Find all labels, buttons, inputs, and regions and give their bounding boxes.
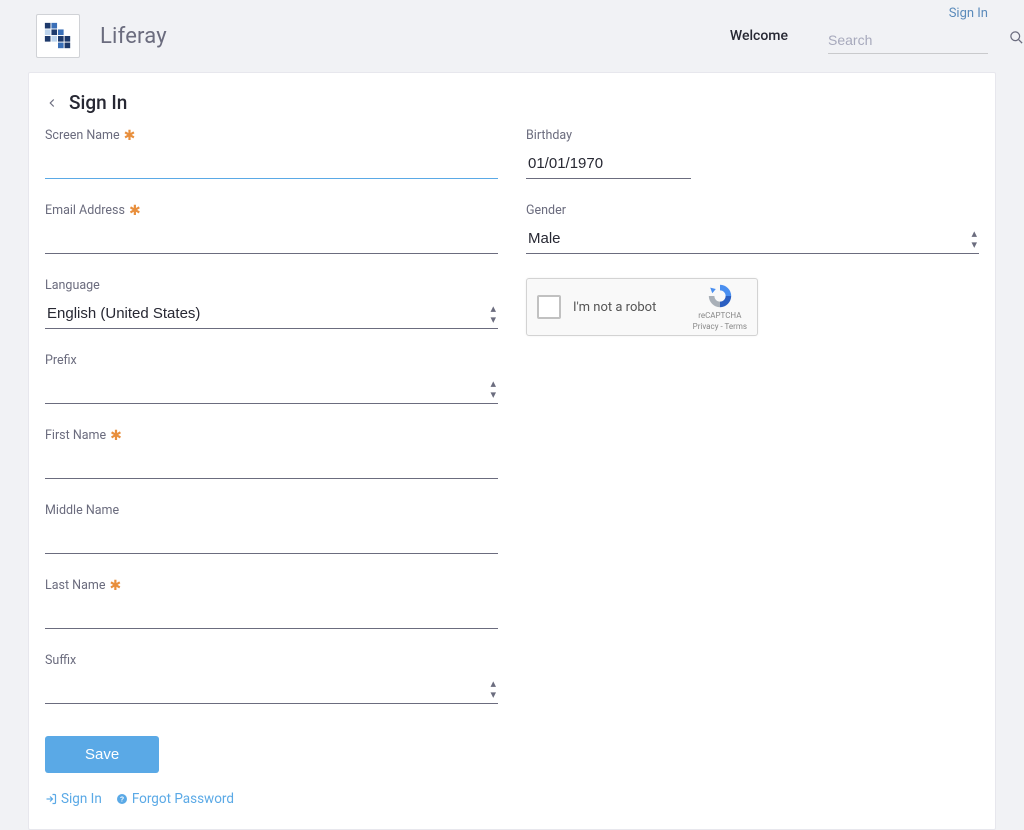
required-star-icon: ✱ [129,204,141,218]
last-name-label: Last Name ✱ [45,578,498,593]
recaptcha-box: I'm not a robot reCAPTCHA Privacy - Term… [526,278,758,336]
page-header: Sign In Liferay Welcome [0,0,1024,72]
label-text: Screen Name [45,128,120,143]
screen-name-input[interactable] [45,149,498,179]
gender-label: Gender [526,203,979,218]
required-star-icon: ✱ [124,129,136,143]
link-text: Sign In [61,791,102,807]
first-name-input[interactable] [45,449,498,479]
prefix-label: Prefix [45,353,498,368]
header-right: Welcome [730,18,988,54]
brand-logo[interactable] [36,14,80,58]
liferay-logo-icon [43,21,73,51]
forgot-password-link[interactable]: ? Forgot Password [116,791,234,807]
email-label: Email Address ✱ [45,203,498,218]
prefix-select[interactable] [45,374,498,404]
search-container [828,30,988,54]
language-label: Language [45,278,498,293]
language-select[interactable] [45,299,498,329]
gender-select[interactable] [526,224,979,254]
label-text: Email Address [45,203,125,218]
label-text: First Name [45,428,106,443]
label-text: Last Name [45,578,105,593]
language-group: Language ▴▾ [45,278,498,329]
recaptcha-text: I'm not a robot [573,300,693,315]
signin-icon [45,793,57,805]
birthday-input[interactable] [526,149,691,179]
email-input[interactable] [45,224,498,254]
card-title: Sign In [69,91,127,114]
brand-name: Liferay [100,24,167,49]
question-circle-icon: ? [116,793,128,805]
first-name-label: First Name ✱ [45,428,498,443]
suffix-label: Suffix [45,653,498,668]
birthday-group: Birthday [526,128,691,179]
email-group: Email Address ✱ [45,203,498,254]
suffix-select[interactable] [45,674,498,704]
birthday-label: Birthday [526,128,691,143]
prefix-group: Prefix ▴▾ [45,353,498,404]
middle-name-label: Middle Name [45,503,498,518]
form-columns: Screen Name ✱ Email Address ✱ Language ▴… [37,128,987,807]
recaptcha-terms[interactable]: Privacy - Terms [693,322,747,332]
recaptcha-brand: reCAPTCHA Privacy - Terms [693,282,747,332]
required-star-icon: ✱ [110,429,122,443]
link-text: Forgot Password [132,791,234,807]
right-column: Birthday Gender ▴▾ I'm not a robot [526,128,979,807]
search-input[interactable] [828,32,1009,48]
signin-card: Sign In Screen Name ✱ Email Address ✱ La… [28,72,996,830]
recaptcha-checkbox[interactable] [537,295,561,319]
first-name-group: First Name ✱ [45,428,498,479]
middle-name-group: Middle Name [45,503,498,554]
signin-link[interactable]: Sign In [45,791,102,807]
last-name-group: Last Name ✱ [45,578,498,629]
last-name-input[interactable] [45,599,498,629]
nav-welcome[interactable]: Welcome [730,28,788,44]
top-signin-link[interactable]: Sign In [949,6,988,21]
save-button[interactable]: Save [45,736,159,773]
back-chevron-icon[interactable] [45,96,59,110]
gender-group: Gender ▴▾ [526,203,979,254]
required-star-icon: ✱ [109,579,121,593]
card-header: Sign In [37,91,987,114]
recaptcha-icon [706,282,734,310]
middle-name-input[interactable] [45,524,498,554]
search-icon[interactable] [1009,30,1024,49]
screen-name-label: Screen Name ✱ [45,128,498,143]
left-column: Screen Name ✱ Email Address ✱ Language ▴… [45,128,498,807]
svg-text:?: ? [120,797,124,804]
screen-name-group: Screen Name ✱ [45,128,498,179]
suffix-group: Suffix ▴▾ [45,653,498,704]
bottom-links: Sign In ? Forgot Password [45,791,498,807]
recaptcha-brand-label: reCAPTCHA [698,311,741,321]
